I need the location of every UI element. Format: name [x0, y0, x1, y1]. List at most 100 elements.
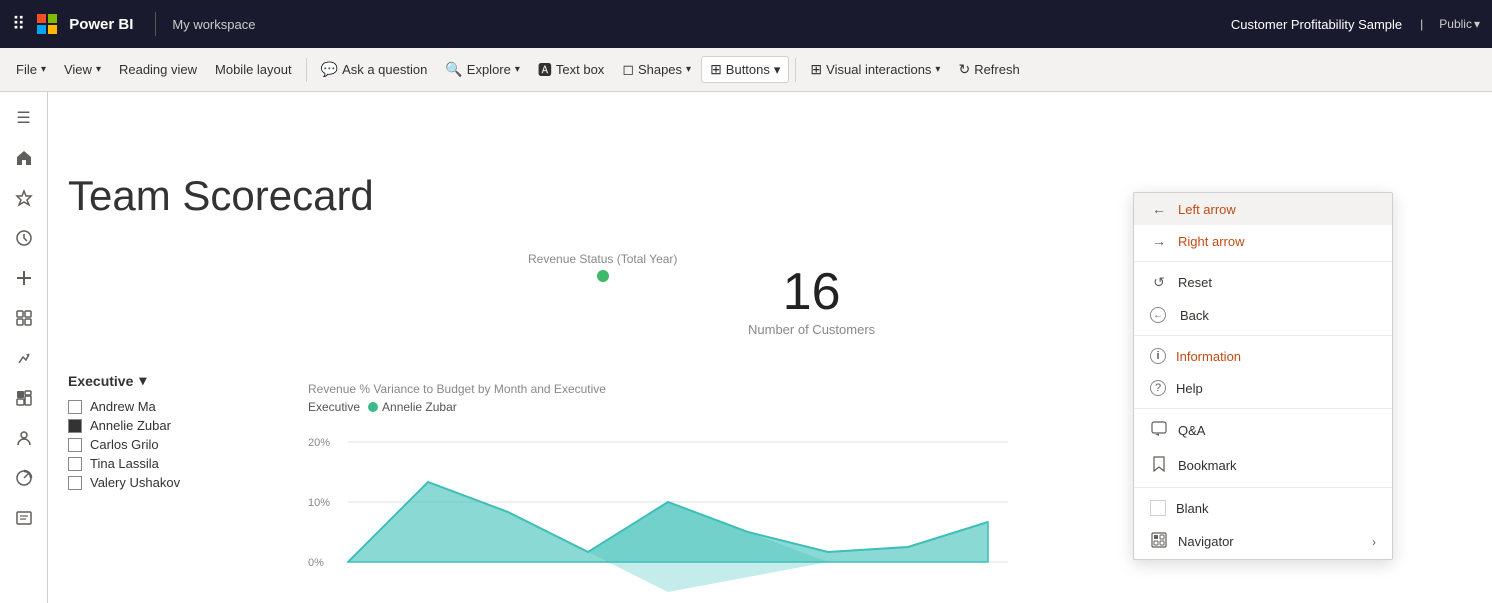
- dropdown-divider-2: [1134, 335, 1392, 336]
- dropdown-item-help[interactable]: ? Help: [1134, 372, 1392, 404]
- dropdown-item-bookmark[interactable]: Bookmark: [1134, 448, 1392, 483]
- shapes-button[interactable]: ◻ Shapes ▾: [614, 57, 699, 82]
- revenue-status-label: Revenue Status (Total Year): [528, 252, 677, 266]
- dropdown-item-navigator[interactable]: Navigator ›: [1134, 524, 1392, 559]
- dropdown-label-qna: Q&A: [1178, 423, 1205, 438]
- dropdown-label-right-arrow: Right arrow: [1178, 234, 1244, 249]
- content-area: Team Scorecard Executive ▾ Andrew Ma Ann…: [48, 92, 1492, 603]
- sidebar-item-workspaces[interactable]: [6, 380, 42, 416]
- help-icon: ?: [1150, 380, 1166, 396]
- dropdown-item-blank[interactable]: Blank: [1134, 492, 1392, 524]
- sidebar-item-create[interactable]: [6, 260, 42, 296]
- report-title: Team Scorecard: [68, 172, 374, 220]
- buttons-icon: ⊞: [710, 61, 722, 78]
- shapes-icon: ◻: [622, 61, 634, 78]
- svg-text:0%: 0%: [308, 557, 324, 569]
- dropdown-divider-4: [1134, 487, 1392, 488]
- right-arrow-icon: →: [1150, 233, 1168, 249]
- dropdown-label-bookmark: Bookmark: [1178, 458, 1237, 473]
- refresh-button[interactable]: ↻ Refresh: [950, 57, 1027, 82]
- top-nav: ⠿ Power BI My workspace Customer Profita…: [0, 0, 1492, 48]
- navigator-icon: [1150, 532, 1168, 551]
- sidebar-item-favorites[interactable]: [6, 180, 42, 216]
- visual-interactions-icon: ⊞: [810, 61, 822, 78]
- dropdown-label-left-arrow: Left arrow: [1178, 202, 1236, 217]
- sidebar-item-goals[interactable]: [6, 340, 42, 376]
- text-box-button[interactable]: 🅰 Text box: [530, 56, 612, 84]
- divider-pipe: |: [1420, 17, 1423, 31]
- sidebar-item-recent[interactable]: [6, 220, 42, 256]
- sidebar-item-apps[interactable]: [6, 300, 42, 336]
- dropdown-item-qna[interactable]: Q&A: [1134, 413, 1392, 448]
- executive-filter-list: Andrew Ma Annelie Zubar Carlos Grilo Tin…: [68, 397, 180, 492]
- visual-interactions-chevron: ▾: [935, 64, 940, 75]
- svg-text:10%: 10%: [308, 497, 330, 509]
- dropdown-label-blank: Blank: [1176, 501, 1209, 516]
- dropdown-item-information[interactable]: i Information: [1134, 340, 1392, 372]
- sidebar-item-home[interactable]: [6, 140, 42, 176]
- sidebar-item-menu[interactable]: ☰: [6, 100, 42, 136]
- sidebar-item-people[interactable]: [6, 420, 42, 456]
- visual-interactions-button[interactable]: ⊞ Visual interactions ▾: [802, 57, 948, 82]
- view-chevron: ▾: [96, 64, 101, 75]
- left-sidebar: ☰: [0, 92, 48, 603]
- explore-button[interactable]: 🔍 Explore ▾: [437, 57, 528, 82]
- explore-icon: 🔍: [445, 61, 462, 78]
- report-title: Customer Profitability Sample: [1231, 17, 1402, 32]
- checkbox-annelie[interactable]: [68, 419, 82, 433]
- annelie-legend-dot: [368, 402, 378, 412]
- dropdown-divider-3: [1134, 408, 1392, 409]
- dropdown-item-reset[interactable]: ↺ Reset: [1134, 266, 1392, 299]
- dropdown-item-right-arrow[interactable]: → Right arrow: [1134, 225, 1392, 257]
- powerbi-label: Power BI: [69, 16, 133, 33]
- revenue-dot: [597, 270, 609, 282]
- variance-chart: 20% 10% 0%: [308, 422, 1028, 603]
- dropdown-item-left-arrow[interactable]: ← Left arrow: [1134, 193, 1392, 225]
- text-box-icon: 🅰: [538, 60, 552, 80]
- navigator-arrow-icon: ›: [1372, 535, 1376, 549]
- mobile-layout-button[interactable]: Mobile layout: [207, 58, 300, 81]
- num-customers-value: 16: [748, 262, 875, 322]
- microsoft-logo: [37, 14, 57, 34]
- checkbox-carlos[interactable]: [68, 438, 82, 452]
- reading-view-button[interactable]: Reading view: [111, 58, 205, 81]
- checkbox-valery[interactable]: [68, 476, 82, 490]
- dropdown-label-reset: Reset: [1178, 275, 1212, 290]
- list-item[interactable]: Tina Lassila: [68, 454, 180, 473]
- ask-question-button[interactable]: 💬 Ask a question: [313, 57, 436, 82]
- blank-icon: [1150, 500, 1166, 516]
- executive-filter-dropdown[interactable]: Executive ▾: [68, 372, 180, 389]
- list-item[interactable]: Valery Ushakov: [68, 473, 180, 492]
- list-item[interactable]: Annelie Zubar: [68, 416, 180, 435]
- workspace-label[interactable]: My workspace: [172, 17, 255, 32]
- file-button[interactable]: File ▾: [8, 58, 54, 81]
- back-icon: ←: [1150, 307, 1166, 323]
- dropdown-item-back[interactable]: ← Back: [1134, 299, 1392, 331]
- sidebar-item-learn[interactable]: [6, 500, 42, 536]
- waffle-icon[interactable]: ⠿: [12, 14, 25, 35]
- public-badge[interactable]: Public ▾: [1439, 17, 1480, 31]
- file-chevron: ▾: [41, 64, 46, 75]
- buttons-chevron: ▾: [774, 62, 781, 78]
- qna-icon: [1150, 421, 1168, 440]
- list-item[interactable]: Andrew Ma: [68, 397, 180, 416]
- checkbox-tina[interactable]: [68, 457, 82, 471]
- chart-legend-executive: Executive: [308, 400, 360, 414]
- svg-text:20%: 20%: [308, 437, 330, 449]
- ask-question-icon: 💬: [321, 61, 338, 78]
- dropdown-divider-1: [1134, 261, 1392, 262]
- view-button[interactable]: View ▾: [56, 58, 109, 81]
- toolbar-separator-1: [306, 58, 307, 82]
- dropdown-label-navigator: Navigator: [1178, 534, 1234, 549]
- nav-divider: [155, 12, 156, 36]
- sidebar-item-metrics[interactable]: [6, 460, 42, 496]
- list-item[interactable]: Carlos Grilo: [68, 435, 180, 454]
- buttons-dropdown-menu: ← Left arrow → Right arrow ↺ Reset ← Bac…: [1133, 192, 1393, 560]
- checkbox-andrew[interactable]: [68, 400, 82, 414]
- toolbar-separator-2: [795, 58, 796, 82]
- bookmark-icon: [1150, 456, 1168, 475]
- num-customers-label: Number of Customers: [748, 322, 875, 337]
- information-icon: i: [1150, 348, 1166, 364]
- buttons-button[interactable]: ⊞ Buttons ▾: [701, 56, 789, 83]
- toolbar: File ▾ View ▾ Reading view Mobile layout…: [0, 48, 1492, 92]
